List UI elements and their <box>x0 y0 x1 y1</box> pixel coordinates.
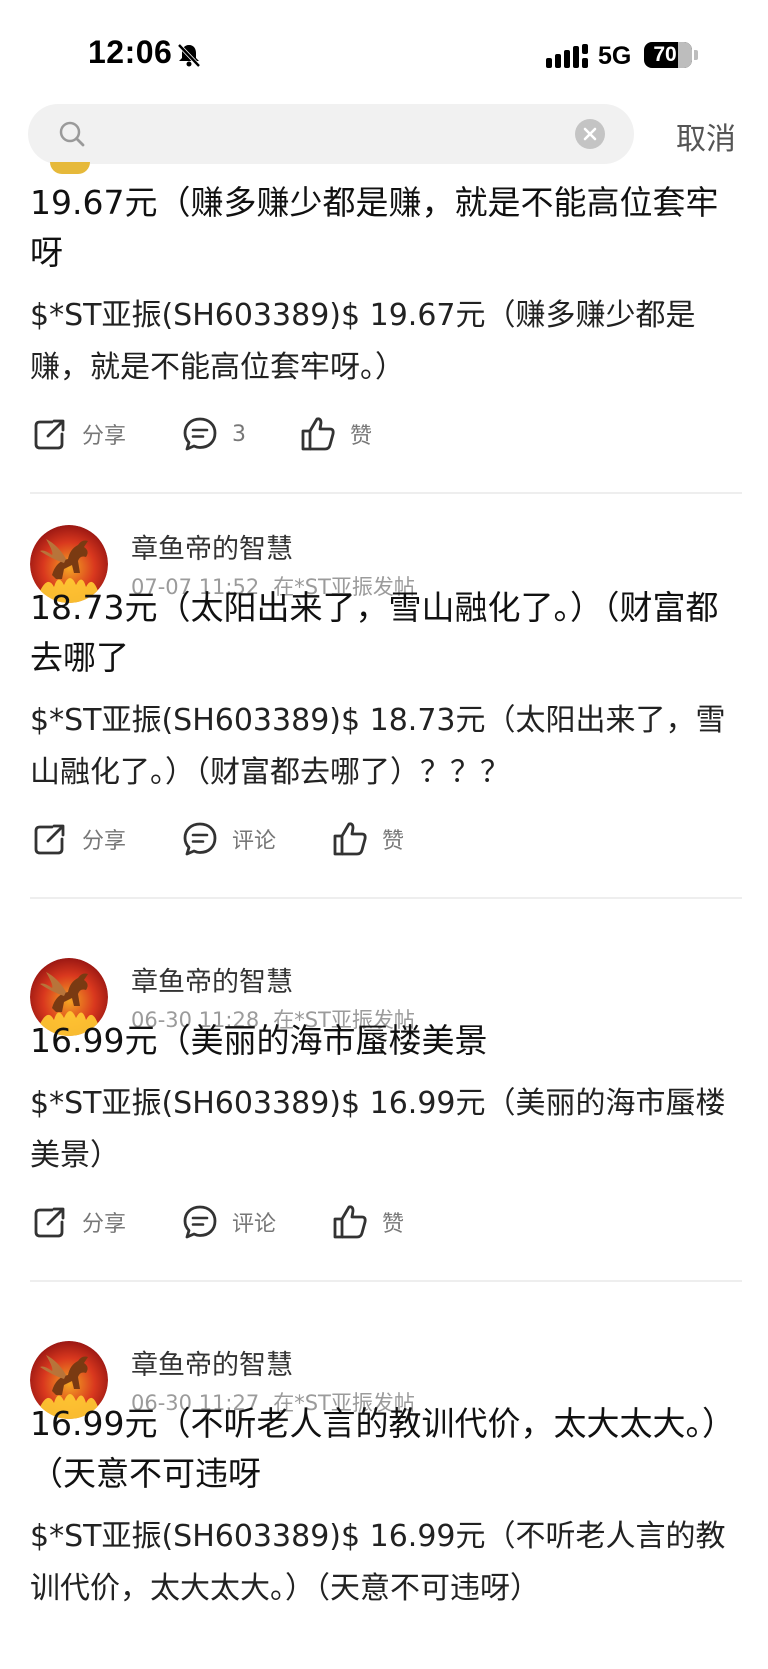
thumbs-up-icon <box>333 1205 367 1239</box>
battery-icon: 70 <box>644 42 692 68</box>
like-button[interactable]: 赞 <box>330 1200 404 1244</box>
clear-icon[interactable] <box>574 118 606 150</box>
avatar-partial <box>50 162 90 174</box>
search-input[interactable] <box>104 114 578 156</box>
comment-button[interactable]: 评论 <box>180 1200 276 1244</box>
battery-cap <box>694 50 698 60</box>
author-name[interactable]: 章鱼帝的智慧 <box>131 1343 293 1382</box>
post-body[interactable]: $*ST亚振(SH603389)$ 16.99元（不听老人言的教训代价，太大太大… <box>30 1511 742 1615</box>
comment-button[interactable]: 3 <box>180 412 246 456</box>
post-actions: 分享 评论 赞 <box>0 1200 768 1244</box>
author-name[interactable]: 章鱼帝的智慧 <box>131 960 293 999</box>
divider <box>30 897 742 899</box>
signal-icon <box>546 44 588 68</box>
share-icon <box>34 824 65 855</box>
like-label: 赞 <box>350 424 373 449</box>
search-bar[interactable] <box>28 104 634 164</box>
like-label: 赞 <box>382 829 405 854</box>
thumbs-up-icon <box>301 417 335 451</box>
comment-label: 评论 <box>232 1212 277 1237</box>
network-label: 5G <box>598 42 632 70</box>
share-label: 分享 <box>82 829 127 854</box>
author-name[interactable]: 章鱼帝的智慧 <box>131 527 293 566</box>
post-actions: 分享 3 赞 <box>0 412 768 456</box>
like-button[interactable]: 赞 <box>298 412 372 456</box>
status-bar: 12:06 5G 70 <box>0 0 768 95</box>
share-button[interactable]: 分享 <box>30 817 126 861</box>
comment-icon <box>183 417 217 451</box>
share-icon <box>34 1207 65 1238</box>
post-title[interactable]: 19.67元（赚多赚少都是赚，就是不能高位套牢呀 <box>30 178 742 278</box>
post-body[interactable]: $*ST亚振(SH603389)$ 19.67元（赚多赚少都是赚，就是不能高位套… <box>30 290 742 394</box>
divider <box>30 1280 742 1282</box>
battery-label: 70 <box>653 43 677 66</box>
share-icon <box>34 419 65 450</box>
post-body[interactable]: $*ST亚振(SH603389)$ 18.73元（太阳出来了，雪山融化了。）（财… <box>30 695 742 799</box>
comment-button[interactable]: 评论 <box>180 817 276 861</box>
comment-icon <box>183 1205 217 1239</box>
search-icon <box>59 121 85 147</box>
comment-label: 评论 <box>232 829 277 854</box>
share-button[interactable]: 分享 <box>30 1200 126 1244</box>
post-title[interactable]: 16.99元（不听老人言的教训代价，太大太大。）（天意不可违呀 <box>30 1399 742 1499</box>
share-label: 分享 <box>82 424 127 449</box>
like-label: 赞 <box>382 1212 405 1237</box>
post-body[interactable]: $*ST亚振(SH603389)$ 16.99元（美丽的海市蜃楼美景） <box>30 1078 742 1182</box>
post-actions: 分享 评论 赞 <box>0 817 768 861</box>
post-title[interactable]: 18.73元（太阳出来了，雪山融化了。）（财富都去哪了 <box>30 583 742 683</box>
comment-icon <box>183 822 217 856</box>
like-button[interactable]: 赞 <box>330 817 404 861</box>
status-time: 12:06 <box>88 34 173 70</box>
post-title[interactable]: 16.99元（美丽的海市蜃楼美景 <box>30 1016 742 1066</box>
cancel-button[interactable]: 取消 <box>676 114 736 158</box>
divider <box>30 492 742 494</box>
comment-count: 3 <box>232 421 246 447</box>
thumbs-up-icon <box>333 822 367 856</box>
bell-muted-icon <box>177 43 201 68</box>
share-label: 分享 <box>82 1212 127 1237</box>
share-button[interactable]: 分享 <box>30 412 126 456</box>
